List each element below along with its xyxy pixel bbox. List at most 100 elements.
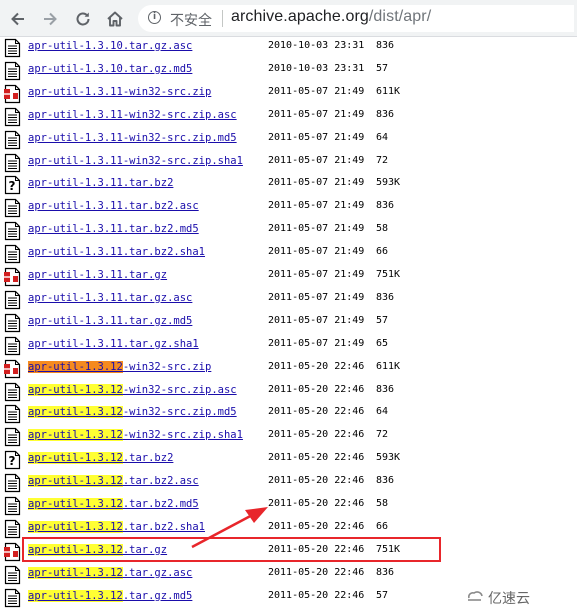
list-item: apr-util-1.3.12.tar.bz2.asc 2011-05-20 22…	[0, 472, 577, 495]
search-highlight: apr-util-1.3.12	[28, 520, 123, 533]
file-date: 2011-05-20 22:46	[268, 475, 365, 487]
file-link[interactable]: apr-util-1.3.11-win32-src.zip.sha1	[28, 155, 243, 167]
text-file-icon[interactable]	[4, 130, 21, 150]
list-item: apr-util-1.3.12.tar.bz2.md5 2011-05-20 22…	[0, 495, 577, 518]
file-link[interactable]: apr-util-1.3.12.tar.gz.md5	[28, 589, 192, 602]
url-text[interactable]: archive.apache.org/dist/apr/	[231, 8, 431, 26]
list-item: apr-util-1.3.11.tar.bz2.sha1 2011-05-07 2…	[0, 243, 577, 266]
file-link[interactable]: apr-util-1.3.11.tar.gz.sha1	[28, 338, 199, 350]
file-date: 2011-05-20 22:46	[268, 566, 365, 578]
compressed-file-icon[interactable]	[4, 542, 21, 562]
file-link[interactable]: apr-util-1.3.11.tar.gz	[28, 269, 167, 281]
search-highlight: apr-util-1.3.12	[28, 566, 123, 579]
file-date: 2011-05-20 22:46	[268, 383, 365, 395]
text-file-icon[interactable]	[4, 290, 21, 310]
file-link[interactable]: apr-util-1.3.12-win32-src.zip.sha1	[28, 429, 243, 442]
file-date: 2011-05-07 21:49	[268, 108, 365, 120]
file-date: 2011-05-07 21:49	[268, 291, 365, 303]
list-item: apr-util-1.3.11.tar.gz 2011-05-07 21:49 75…	[0, 266, 577, 289]
file-link[interactable]: apr-util-1.3.11-win32-src.zip.asc	[28, 109, 237, 121]
text-file-icon[interactable]	[4, 221, 21, 241]
search-highlight: apr-util-1.3.12	[28, 589, 123, 602]
unknown-file-icon[interactable]: ?	[4, 450, 21, 470]
file-size: 593K	[376, 452, 401, 464]
text-file-icon[interactable]	[4, 473, 21, 493]
text-file-icon[interactable]	[4, 382, 21, 402]
file-link[interactable]: apr-util-1.3.11.tar.bz2.asc	[28, 200, 199, 212]
text-file-icon[interactable]	[4, 38, 21, 58]
file-size: 611K	[376, 85, 401, 97]
file-link[interactable]: apr-util-1.3.11-win32-src.zip	[28, 86, 211, 98]
file-link[interactable]: apr-util-1.3.11.tar.bz2.md5	[28, 223, 199, 235]
file-link[interactable]: apr-util-1.3.11.tar.bz2	[28, 177, 173, 189]
info-icon[interactable]: i	[148, 11, 161, 24]
text-file-icon[interactable]	[4, 198, 21, 218]
search-highlight: apr-util-1.3.12	[28, 475, 123, 488]
file-date: 2011-05-20 22:46	[268, 406, 365, 418]
file-size: 66	[376, 520, 389, 532]
reload-icon[interactable]	[73, 9, 93, 29]
file-link[interactable]: apr-util-1.3.12-win32-src.zip.md5	[28, 406, 237, 419]
text-file-icon[interactable]	[4, 107, 21, 127]
file-link[interactable]: apr-util-1.3.12.tar.bz2.asc	[28, 475, 199, 488]
file-date: 2011-05-07 21:49	[268, 314, 365, 326]
list-item: apr-util-1.3.11.tar.gz.md5 2011-05-07 21:…	[0, 312, 577, 335]
search-highlight: apr-util-1.3.12	[28, 383, 123, 396]
text-file-icon[interactable]	[4, 153, 21, 173]
list-item: apr-util-1.3.12-win32-src.zip.md5 2011-05…	[0, 403, 577, 426]
file-link[interactable]: apr-util-1.3.11.tar.gz.md5	[28, 315, 192, 327]
file-link[interactable]: apr-util-1.3.10.tar.gz.asc	[28, 40, 192, 52]
security-status[interactable]: 不安全	[170, 10, 212, 30]
file-date: 2010-10-03 23:31	[268, 62, 365, 74]
compressed-file-icon[interactable]	[4, 84, 21, 104]
file-link[interactable]: apr-util-1.3.12.tar.bz2.md5	[28, 498, 199, 510]
file-link[interactable]: apr-util-1.3.11-win32-src.zip.md5	[28, 132, 237, 144]
file-size: 66	[376, 246, 389, 258]
back-arrow-icon[interactable]	[8, 9, 28, 29]
file-link[interactable]: apr-util-1.3.12.tar.bz2	[28, 452, 173, 465]
text-file-icon[interactable]	[4, 61, 21, 81]
file-size: 836	[376, 291, 395, 303]
file-date: 2011-05-07 21:49	[268, 246, 365, 258]
text-file-icon[interactable]	[4, 519, 21, 539]
text-file-icon[interactable]	[4, 336, 21, 356]
file-link[interactable]: apr-util-1.3.12.tar.bz2.sha1	[28, 520, 205, 533]
list-item: ? apr-util-1.3.12.tar.bz2 2011-05-20 22:46…	[0, 449, 577, 472]
text-file-icon[interactable]	[4, 565, 21, 585]
file-link[interactable]: apr-util-1.3.12.tar.gz.asc	[28, 566, 192, 579]
list-item: apr-util-1.3.10.tar.gz.md5 2010-10-03 23:…	[0, 60, 577, 83]
file-size: 64	[376, 406, 389, 418]
file-date: 2011-05-07 21:49	[268, 200, 365, 212]
search-highlight: apr-util-1.3.12	[28, 452, 123, 465]
file-size: 57	[376, 589, 389, 601]
file-date: 2011-05-07 21:49	[268, 154, 365, 166]
compressed-file-icon[interactable]	[4, 359, 21, 379]
list-item: apr-util-1.3.11-win32-src.zip.sha1 2011-0…	[0, 152, 577, 175]
url-path: /dist/apr/	[368, 8, 432, 25]
compressed-file-icon[interactable]	[4, 267, 21, 287]
forward-arrow-icon[interactable]	[40, 9, 60, 29]
list-item: apr-util-1.3.12.tar.gz.asc 2011-05-20 22:…	[0, 564, 577, 587]
file-link[interactable]: apr-util-1.3.12-win32-src.zip	[28, 360, 211, 373]
text-file-icon[interactable]	[4, 427, 21, 447]
list-item: apr-util-1.3.11-win32-src.zip.asc 2011-05…	[0, 106, 577, 129]
file-link[interactable]: apr-util-1.3.11.tar.gz.asc	[28, 292, 192, 304]
list-item: ? apr-util-1.3.11.tar.bz2 2011-05-07 21:49…	[0, 174, 577, 197]
file-size: 836	[376, 383, 395, 395]
text-file-icon[interactable]	[4, 588, 21, 608]
file-link[interactable]: apr-util-1.3.10.tar.gz.md5	[28, 63, 192, 75]
text-file-icon[interactable]	[4, 404, 21, 424]
list-item: apr-util-1.3.11.tar.bz2.asc 2011-05-07 21…	[0, 197, 577, 220]
text-file-icon[interactable]	[4, 244, 21, 264]
text-file-icon[interactable]	[4, 313, 21, 333]
address-bar[interactable]: i 不安全 archive.apache.org/dist/apr/	[138, 5, 574, 32]
home-icon[interactable]	[105, 9, 125, 29]
file-date: 2011-05-20 22:46	[268, 452, 365, 464]
text-file-icon[interactable]	[4, 496, 21, 516]
file-date: 2011-05-20 22:46	[268, 429, 365, 441]
file-link[interactable]: apr-util-1.3.12-win32-src.zip.asc	[28, 383, 237, 396]
highlight-box	[22, 537, 441, 562]
unknown-file-icon[interactable]: ?	[4, 175, 21, 195]
file-link[interactable]: apr-util-1.3.11.tar.bz2.sha1	[28, 246, 205, 258]
file-size: 751K	[376, 269, 401, 280]
